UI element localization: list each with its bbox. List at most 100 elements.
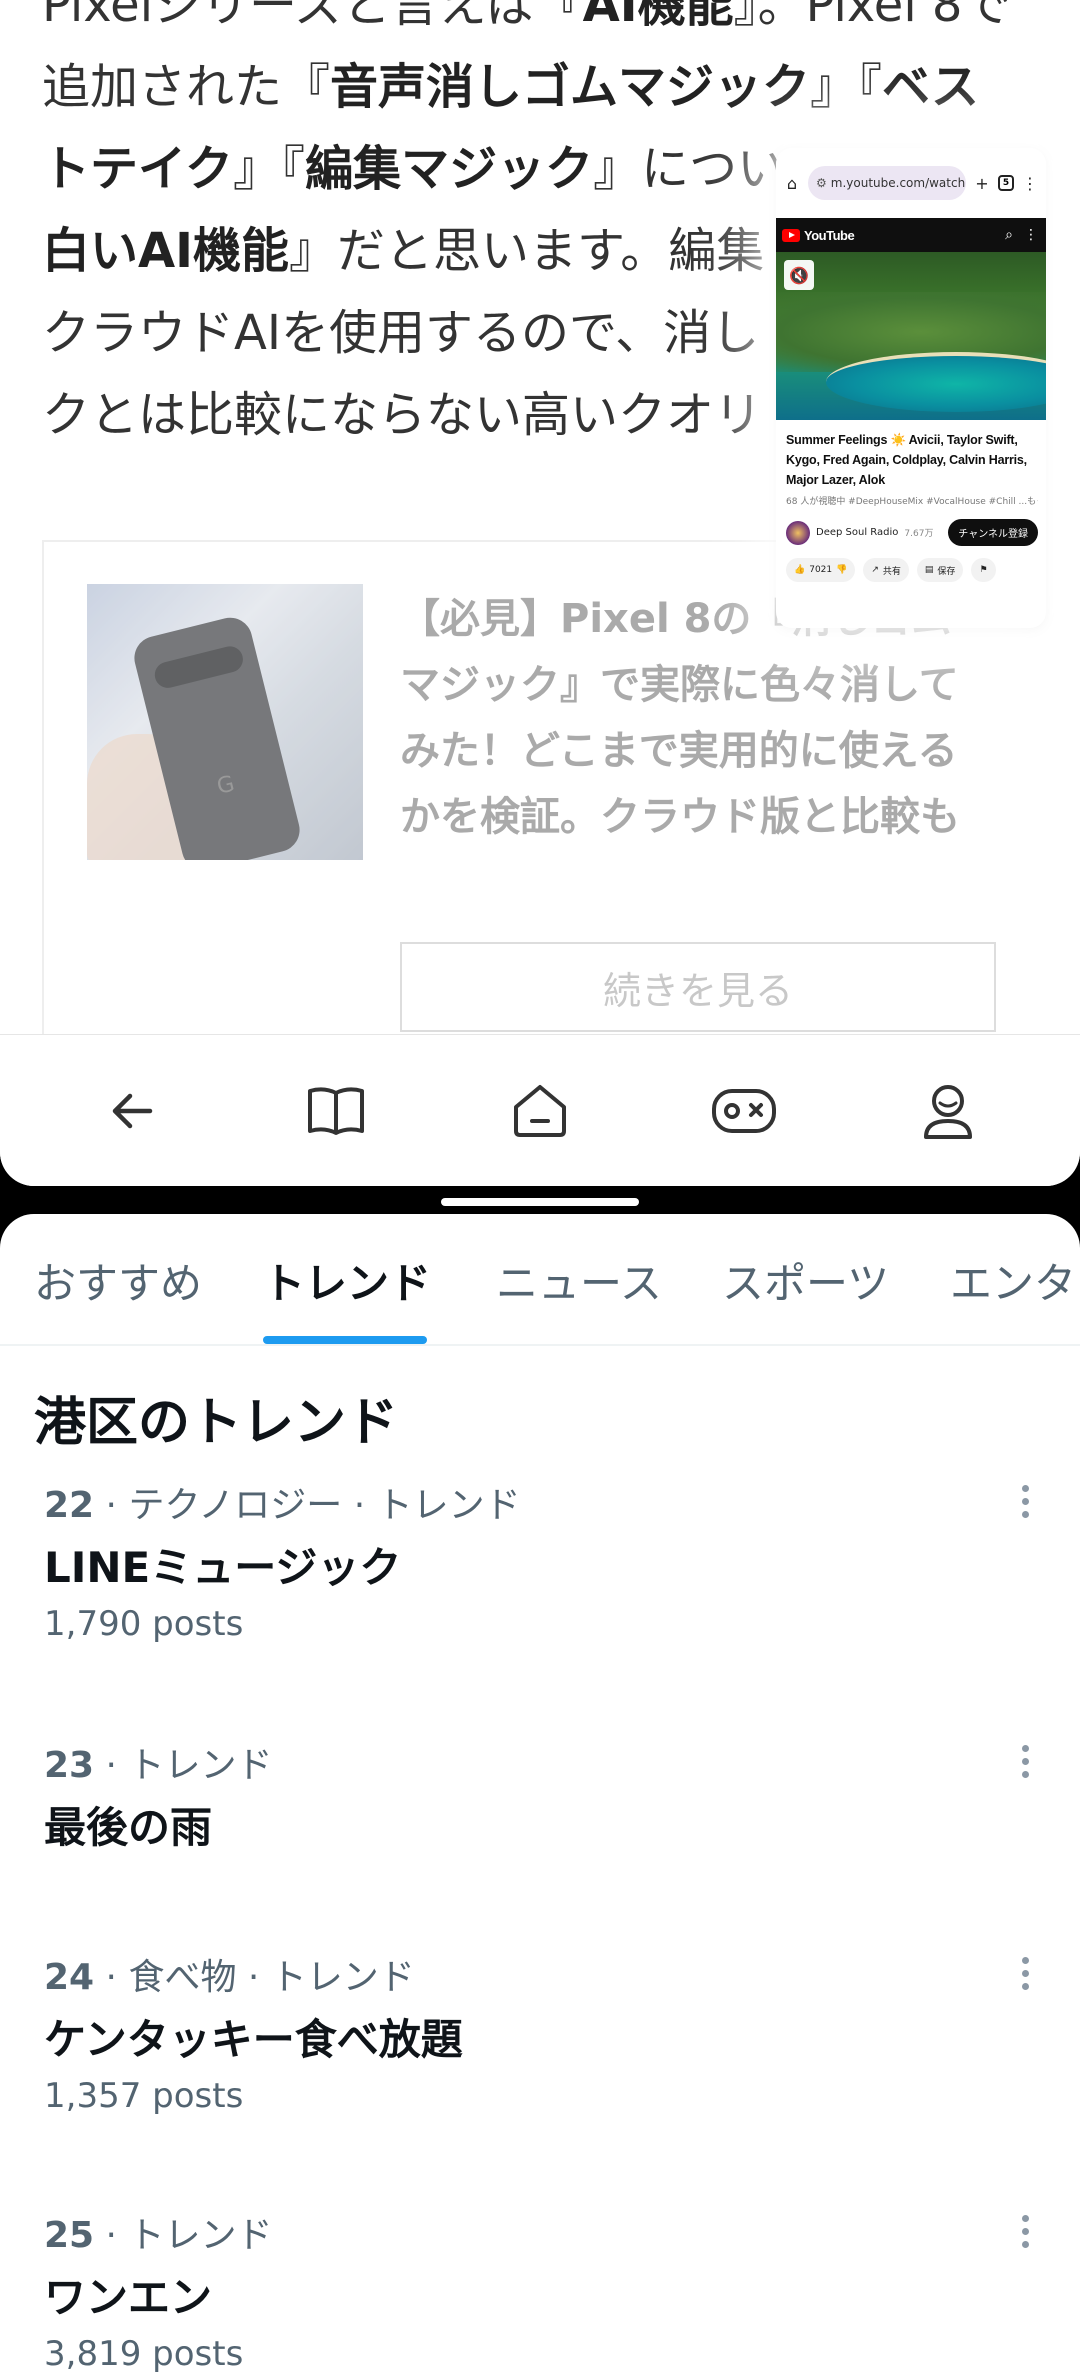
- channel-name[interactable]: Deep Soul Radio: [816, 527, 898, 538]
- video-meta[interactable]: 68 人が視聴中 #DeepHouseMix #VocalHouse #Chil…: [786, 494, 1038, 507]
- more-options-icon[interactable]: [1010, 2206, 1040, 2256]
- article-bold-run: AI機能: [582, 0, 734, 33]
- youtube-logo-icon[interactable]: [782, 228, 800, 242]
- library-button[interactable]: [286, 1061, 386, 1161]
- article-bold-run: トテイク: [42, 141, 234, 197]
- trend-name[interactable]: LINEミュージック: [44, 1534, 401, 1595]
- explore-tab-bar: おすすめ トレンド ニュース スポーツ エンターテイメント: [0, 1214, 1080, 1346]
- save-label: 保存: [937, 566, 956, 577]
- related-article-thumbnail[interactable]: G: [87, 584, 363, 860]
- home-icon[interactable]: ⌂: [784, 174, 800, 193]
- trend-category: · 食べ物 · トレンド: [94, 1957, 415, 1998]
- split-screen-handle[interactable]: [441, 1198, 639, 1206]
- trend-category: · トレンド: [94, 2215, 273, 2256]
- dot: [1021, 1497, 1029, 1505]
- video-title[interactable]: Summer Feelings ☀️ Avicii, Taylor Swift,…: [786, 430, 1038, 490]
- more-options-icon[interactable]: [1010, 1948, 1040, 1998]
- article-text-run: クとは比較にならない高いクオリ: [42, 387, 763, 443]
- subscribe-button[interactable]: チャンネル登録: [948, 519, 1038, 546]
- new-tab-icon[interactable]: +: [974, 174, 990, 193]
- dot: [1021, 1484, 1029, 1492]
- dot: [1021, 2240, 1029, 2248]
- trend-name[interactable]: ワンエン: [44, 2264, 212, 2325]
- bottom-navigation: [0, 1034, 1080, 1186]
- youtube-wordmark[interactable]: YouTube: [804, 228, 996, 243]
- profile-button[interactable]: [898, 1061, 998, 1161]
- flag-icon: ⚑: [979, 565, 988, 575]
- article-text-run: 』だと思います。編集: [289, 223, 765, 279]
- like-button[interactable]: 👍 7021 👎: [786, 558, 856, 582]
- trend-item[interactable]: 22 · テクノロジー · トレンド LINEミュージック 1,790 post…: [0, 1476, 1080, 1696]
- tab-count-button[interactable]: 5: [998, 175, 1014, 191]
- floating-browser-window[interactable]: ⌂ ⚙ m.youtube.com/watch + 5 ⋮ YouTube ⌕ …: [776, 148, 1046, 628]
- video-actions: 👍 7021 👎 ↗ 共有 ▤ 保存 ⚑: [786, 558, 1038, 582]
- back-button[interactable]: [82, 1061, 182, 1161]
- trend-post-count: 1,790 posts: [44, 1604, 244, 1644]
- share-icon: ↗: [871, 565, 879, 575]
- browser-toolbar: ⌂ ⚙ m.youtube.com/watch + 5 ⋮: [776, 148, 1046, 218]
- read-more-button[interactable]: 続きを見る: [400, 942, 996, 1032]
- trend-meta: 24 · 食べ物 · トレンド: [44, 1948, 415, 2000]
- tab-recommended[interactable]: おすすめ: [34, 1214, 202, 1346]
- tab-sports[interactable]: スポーツ: [722, 1214, 889, 1346]
- dot: [1021, 1969, 1029, 1977]
- trend-name[interactable]: 最後の雨: [44, 1794, 212, 1855]
- article-bold-run: 音声消しゴムマジック: [330, 59, 811, 115]
- like-count: 7021: [809, 565, 833, 575]
- channel-row: Deep Soul Radio 7.67万 チャンネル登録: [786, 519, 1038, 546]
- article-text-run: 』『: [233, 141, 306, 197]
- site-settings-icon[interactable]: ⚙: [816, 176, 827, 190]
- trend-rank: 25: [44, 2215, 95, 2256]
- dot: [1021, 1757, 1029, 1765]
- tab-trending[interactable]: トレンド: [263, 1214, 431, 1346]
- article-bold-run: 白いAI機能: [42, 223, 290, 279]
- trend-item[interactable]: 23 · トレンド 最後の雨: [0, 1736, 1080, 1916]
- tab-entertainment[interactable]: エンターテイメント: [950, 1214, 1080, 1346]
- share-label: 共有: [882, 566, 901, 577]
- trend-name[interactable]: ケンタッキー食べ放題: [44, 2006, 463, 2067]
- channel-avatar[interactable]: [786, 520, 810, 545]
- video-player[interactable]: 🔇: [776, 252, 1046, 420]
- more-options-icon[interactable]: [1010, 1476, 1040, 1526]
- report-button[interactable]: ⚑: [971, 558, 996, 582]
- article-text-run: 』。Pixel 8で: [733, 0, 1011, 33]
- article-text-run: 』につい: [593, 141, 786, 197]
- tab-news[interactable]: ニュース: [496, 1214, 662, 1346]
- trend-category: · テクノロジー · トレンド: [94, 1485, 521, 1526]
- share-button[interactable]: ↗ 共有: [863, 558, 909, 582]
- google-logo: G: [214, 771, 238, 800]
- article-text-run: Pixelシリーズと言えば『: [42, 0, 583, 33]
- profile-icon: [924, 1084, 972, 1139]
- article-text-run: 』『: [810, 59, 883, 115]
- trend-item[interactable]: 25 · トレンド ワンエン 3,819 posts: [0, 2206, 1080, 2380]
- subscriber-count: 7.67万: [904, 529, 934, 539]
- trend-post-count: 3,819 posts: [44, 2334, 244, 2374]
- trend-post-count: 1,357 posts: [44, 2076, 244, 2116]
- section-title: 港区のトレンド: [34, 1393, 399, 1453]
- back-arrow-icon: [112, 1093, 153, 1128]
- home-button[interactable]: [490, 1061, 590, 1161]
- camera-bar: [152, 643, 246, 691]
- video-scenery: [826, 352, 1046, 412]
- games-button[interactable]: [694, 1061, 794, 1161]
- thumbs-up-icon: 👍: [794, 565, 806, 575]
- article-text-run: 追加された『: [42, 59, 331, 115]
- video-info: Summer Feelings ☀️ Avicii, Taylor Swift,…: [776, 420, 1046, 582]
- home-icon: [514, 1084, 566, 1137]
- article-line: 追加された『音声消しゴムマジック』『ベス: [42, 46, 1042, 128]
- muted-speaker-icon[interactable]: 🔇: [784, 260, 814, 290]
- trend-category: · トレンド: [94, 1745, 273, 1786]
- search-icon[interactable]: ⌕: [1000, 227, 1018, 243]
- url-bar[interactable]: ⚙ m.youtube.com/watch: [808, 166, 966, 200]
- dot: [1021, 1956, 1029, 1964]
- trend-item[interactable]: 24 · 食べ物 · トレンド ケンタッキー食べ放題 1,357 posts: [0, 1948, 1080, 2168]
- trend-meta: 23 · トレンド: [44, 1736, 272, 1788]
- dot: [1021, 1510, 1029, 1518]
- thumbs-down-icon[interactable]: 👎: [836, 565, 847, 575]
- dot: [1021, 2214, 1029, 2222]
- menu-more-icon[interactable]: ⋮: [1022, 174, 1038, 193]
- more-options-icon[interactable]: [1010, 1736, 1040, 1786]
- active-tab-indicator: [263, 1336, 427, 1344]
- more-icon[interactable]: ⋮: [1022, 227, 1040, 243]
- save-button[interactable]: ▤ 保存: [916, 558, 964, 582]
